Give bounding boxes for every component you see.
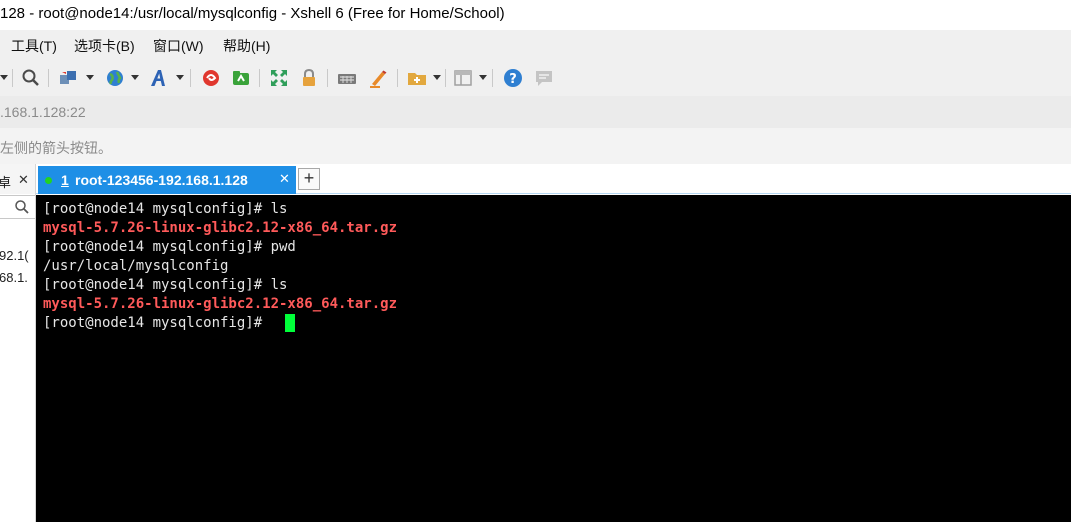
toolbar-separator: [12, 69, 13, 87]
session-item[interactable]: 68.1.: [0, 270, 28, 285]
terminal-cursor: [285, 314, 295, 332]
terminal-line: mysql-5.7.26-linux-glibc2.12-x86_64.tar.…: [43, 296, 398, 312]
terminal-line: /usr/local/mysqlconfig: [43, 258, 229, 274]
layout-icon[interactable]: [452, 67, 474, 89]
close-icon[interactable]: ✕: [18, 172, 29, 188]
terminal-line: mysql-5.7.26-linux-glibc2.12-x86_64.tar.…: [43, 220, 398, 236]
tab-strip: 1 root-123456-192.168.1.128 ✕ +: [36, 164, 1071, 194]
address-value: .168.1.128:22: [0, 104, 86, 120]
lock-icon[interactable]: [298, 67, 320, 89]
chevron-down-icon[interactable]: [0, 75, 8, 80]
menu-tools[interactable]: 工具(T): [11, 36, 57, 56]
connected-status-icon: [45, 177, 52, 184]
chevron-down-icon[interactable]: [479, 75, 487, 80]
toolbar-separator: [190, 69, 191, 87]
chevron-down-icon[interactable]: [131, 75, 139, 80]
tab-label: root-123456-192.168.1.128: [75, 172, 248, 188]
toolbar-separator: [48, 69, 49, 87]
hint-bar: 左侧的箭头按钮。: [0, 128, 1071, 164]
panel-header: 卓 ✕: [0, 164, 35, 194]
terminal-line: [root@node14 mysqlconfig]# ls: [43, 277, 288, 293]
search-icon: [15, 200, 29, 214]
xftp-icon[interactable]: [230, 67, 252, 89]
fullscreen-icon[interactable]: [268, 67, 290, 89]
xshell-icon[interactable]: [200, 67, 222, 89]
tab-number: 1: [61, 172, 69, 188]
address-bar[interactable]: .168.1.128:22: [0, 96, 1071, 128]
chevron-down-icon[interactable]: [86, 75, 94, 80]
chevron-down-icon[interactable]: [433, 75, 441, 80]
transfer-icon[interactable]: [57, 67, 79, 89]
globe-icon[interactable]: [104, 67, 126, 89]
font-icon[interactable]: [148, 67, 170, 89]
session-item[interactable]: 92.1(: [0, 248, 29, 263]
terminal-line: [root@node14 mysqlconfig]# pwd: [43, 239, 296, 255]
help-icon[interactable]: ?: [502, 67, 524, 89]
tab-session-1[interactable]: 1 root-123456-192.168.1.128 ✕: [38, 166, 296, 194]
find-icon[interactable]: [20, 67, 42, 89]
terminal-line: [root@node14 mysqlconfig]#: [43, 315, 271, 331]
highlight-icon[interactable]: [367, 67, 389, 89]
close-icon[interactable]: ✕: [279, 171, 290, 187]
svg-text:?: ?: [509, 72, 517, 87]
chevron-down-icon[interactable]: [176, 75, 184, 80]
toolbar: ?: [0, 60, 1071, 96]
session-search-input[interactable]: [0, 195, 35, 219]
session-manager-panel: 卓 ✕ 92.1( 68.1.: [0, 164, 36, 522]
window-title: 128 - root@node14:/usr/local/mysqlconfig…: [0, 5, 505, 22]
title-bar: 128 - root@node14:/usr/local/mysqlconfig…: [0, 0, 1071, 30]
panel-title: 卓: [0, 172, 11, 191]
toolbar-separator: [259, 69, 260, 87]
menu-tabs[interactable]: 选项卡(B): [74, 36, 135, 56]
terminal-area[interactable]: [root@node14 mysqlconfig]# ls mysql-5.7.…: [36, 195, 1071, 522]
toolbar-separator: [492, 69, 493, 87]
new-tab-button[interactable]: +: [298, 168, 320, 190]
toolbar-separator: [397, 69, 398, 87]
menu-window[interactable]: 窗口(W): [153, 36, 204, 56]
toolbar-separator: [327, 69, 328, 87]
new-folder-icon[interactable]: [406, 67, 428, 89]
hint-text: 左侧的箭头按钮。: [0, 140, 112, 156]
keyboard-icon[interactable]: [336, 67, 358, 89]
terminal-line: [root@node14 mysqlconfig]# ls: [43, 201, 288, 217]
menu-bar: 工具(T) 选项卡(B) 窗口(W) 帮助(H): [0, 30, 1071, 60]
chat-icon[interactable]: [533, 67, 555, 89]
menu-help[interactable]: 帮助(H): [223, 36, 270, 56]
toolbar-separator: [445, 69, 446, 87]
